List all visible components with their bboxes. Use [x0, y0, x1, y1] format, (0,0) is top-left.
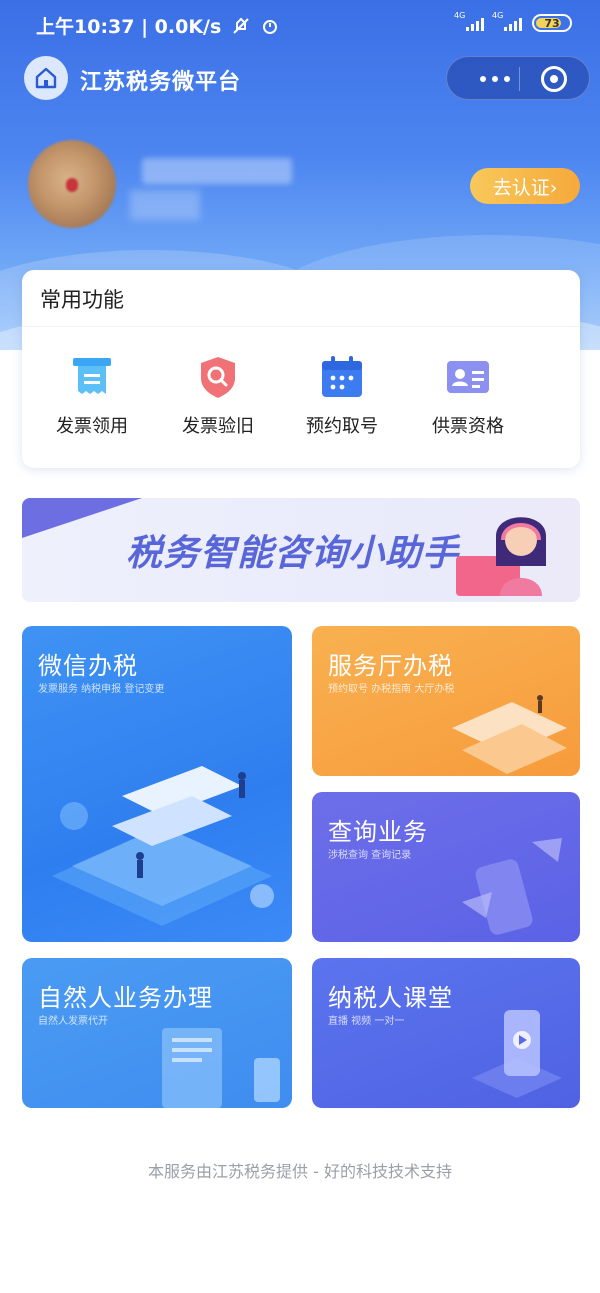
- section-title: 常用功能: [40, 288, 124, 312]
- hall-illustration: [452, 695, 567, 774]
- common-functions-card: 常用功能 发票领用 发票验旧 预约取号 供票资格: [22, 270, 580, 468]
- more-button[interactable]: [465, 67, 525, 91]
- status-time: 上午10:37 | 0.0K/s: [36, 12, 279, 39]
- invoice-receive-icon: [73, 358, 111, 394]
- assistant-illustration: [496, 517, 546, 596]
- phone-illustration: [52, 766, 274, 926]
- signal-icon: 4G: [454, 11, 484, 31]
- invoice-check-icon: [201, 357, 235, 398]
- func-invoice-receive[interactable]: 发票领用: [32, 354, 152, 438]
- home-button[interactable]: [24, 56, 68, 100]
- tile-title: 纳税人课堂: [328, 984, 453, 1012]
- func-qualification[interactable]: 供票资格: [408, 354, 528, 438]
- func-label: 供票资格: [432, 416, 504, 437]
- id-card-icon: [447, 361, 489, 393]
- func-label: 发票领用: [56, 416, 128, 437]
- avatar[interactable]: [28, 140, 116, 228]
- func-appointment[interactable]: 预约取号: [282, 354, 402, 438]
- tile-title: 微信办税: [38, 652, 138, 680]
- tile-natural-person[interactable]: 自然人业务办理 自然人发票代开: [22, 958, 292, 1108]
- more-icon: [480, 76, 486, 82]
- tile-title: 自然人业务办理: [38, 984, 213, 1012]
- mini-program-capsule: [446, 56, 590, 100]
- document-illustration: [162, 1028, 280, 1108]
- user-name-blurred: [142, 158, 292, 184]
- tile-query[interactable]: 查询业务 涉税查询 查询记录: [312, 792, 580, 942]
- video-phone-illustration: [472, 1010, 562, 1098]
- footer-text: 本服务由江苏税务提供 - 好的科技技术支持: [148, 1162, 452, 1181]
- tile-taxpayer-class[interactable]: 纳税人课堂 直播 视频 一对一: [312, 958, 580, 1108]
- home-icon: [35, 67, 57, 89]
- func-label: 发票验旧: [182, 416, 254, 437]
- tile-wechat-tax[interactable]: 微信办税 发票服务 纳税申报 登记变更: [22, 626, 292, 942]
- func-label: 预约取号: [306, 416, 378, 437]
- signal-icon-2: 4G: [492, 11, 522, 31]
- tile-hall-tax[interactable]: 服务厅办税 预约取号 办税指南 大厅办税: [312, 626, 580, 776]
- close-button[interactable]: [541, 66, 567, 92]
- calendar-icon: [322, 356, 362, 397]
- assistant-banner[interactable]: 税务智能咨询小助手: [22, 498, 580, 602]
- battery-icon: 73: [532, 14, 572, 32]
- nav-bar: 江苏税务微平台: [0, 52, 600, 104]
- banner-title: 税务智能咨询小助手: [126, 533, 460, 574]
- tile-subtitle: 涉税查询 查询记录: [328, 850, 412, 861]
- tile-subtitle: 直播 视频 一对一: [328, 1016, 405, 1027]
- certify-button[interactable]: 去认证›: [470, 168, 580, 204]
- tile-title: 服务厅办税: [328, 652, 453, 680]
- alarm-icon: [262, 20, 277, 34]
- tile-subtitle: 自然人发票代开: [38, 1016, 108, 1027]
- query-illustration: [462, 838, 562, 935]
- page-title: 江苏税务微平台: [80, 70, 242, 95]
- mute-icon: [233, 17, 249, 34]
- func-invoice-check[interactable]: 发票验旧: [158, 354, 278, 438]
- tile-subtitle: 发票服务 纳税申报 登记变更: [38, 684, 165, 695]
- status-bar: 上午10:37 | 0.0K/s 4G 4G 73: [0, 0, 600, 50]
- tile-subtitle: 预约取号 办税指南 大厅办税: [328, 684, 455, 695]
- tile-title: 查询业务: [328, 818, 428, 846]
- close-icon: [550, 75, 558, 83]
